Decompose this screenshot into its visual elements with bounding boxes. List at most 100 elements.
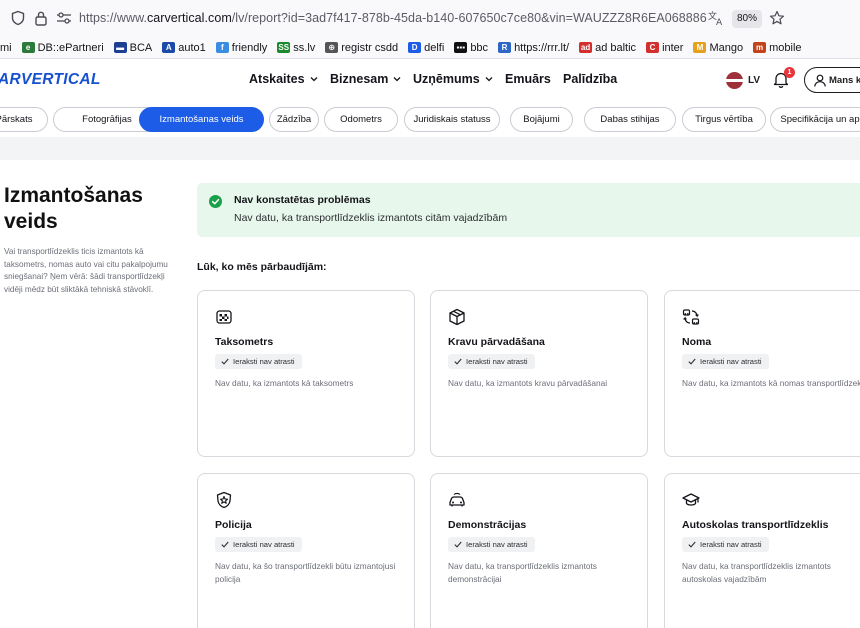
bookmark-favicon-icon: M: [693, 42, 707, 53]
chevron-down-icon: [485, 77, 493, 82]
bookmark-item[interactable]: Aauto1: [162, 42, 206, 54]
svg-text:A: A: [716, 18, 723, 26]
bookmark-favicon-icon: D: [408, 42, 422, 53]
check-card-description: Nav datu, ka izmantots kā nomas transpor…: [682, 378, 860, 388]
language-label: LV: [748, 75, 761, 86]
badge-label: Ieraksti nav atrasti: [700, 540, 762, 549]
tab-item[interactable]: Zādzība: [269, 107, 319, 132]
bookmarks-bar: mi e DB::ePartneri ▬ BCA Aauto1 f friendly SS ss.…: [0, 37, 860, 59]
bookmark-label: auto1: [178, 41, 206, 54]
latvia-flag-icon: [726, 72, 743, 89]
bookmark-item[interactable]: Rhttps://rrr.lt/: [498, 42, 569, 54]
tab-item[interactable]: Specifikācija un ap: [770, 107, 860, 132]
graduation-cap-icon: [682, 493, 700, 506]
nav-palidziba[interactable]: Palīdzība: [563, 72, 617, 86]
zoom-level-button[interactable]: 80%: [732, 10, 762, 28]
tab-item[interactable]: Tirgus vērtība: [682, 107, 766, 132]
tab-item[interactable]: Izmantošanas veids: [139, 107, 264, 132]
check-icon: [688, 358, 696, 365]
bookmark-item[interactable]: SS ss.lv: [277, 42, 315, 54]
bookmark-label: mobile: [769, 41, 802, 54]
bookmark-item[interactable]: e DB::ePartneri: [21, 42, 104, 54]
bookmark-favicon-icon: m: [753, 42, 767, 53]
bookmark-favicon-icon: f: [215, 42, 229, 53]
rental-icon: [682, 309, 700, 325]
bookmark-star-icon[interactable]: [769, 10, 785, 26]
check-card: Kravu pārvadāšana Ieraksti nav atrasti Nav…: [430, 290, 648, 457]
check-card-title: Policija: [215, 519, 252, 531]
bookmark-favicon-icon: A: [162, 42, 176, 53]
nav-biznesam[interactable]: Biznesam: [330, 72, 401, 86]
bookmark-item[interactable]: m mobile: [753, 41, 802, 54]
no-records-badge: Ieraksti nav atrasti: [215, 537, 302, 552]
bookmark-item[interactable]: f friendly: [215, 41, 268, 54]
bookmark-item[interactable]: ▬ BCA: [113, 41, 153, 54]
nav-emuars[interactable]: Emuārs: [505, 72, 551, 86]
tab-item[interactable]: Bojājumi: [510, 107, 573, 132]
translate-icon[interactable]: 文A: [708, 10, 725, 26]
bookmark-label: BCA: [129, 41, 153, 54]
bookmark-label: delfi: [424, 41, 445, 54]
bookmark-label: registr csdd: [341, 41, 399, 54]
badge-label: Ieraksti nav atrasti: [466, 357, 528, 366]
status-banner: Nav konstatētas problēmas Nav datu, ka t…: [197, 183, 860, 237]
no-records-badge: Ieraksti nav atrasti: [682, 354, 769, 369]
nav-label: Emuārs: [505, 72, 551, 86]
demo-car-icon: [449, 492, 465, 507]
check-card-title: Autoskolas transportlīdzeklis: [682, 519, 829, 531]
bookmark-item[interactable]: ▪▪▪ bbc: [454, 42, 488, 54]
check-card-description: Nav datu, ka transportlīdzeklis izmantot…: [682, 561, 831, 584]
tab-item[interactable]: Odometrs: [324, 107, 398, 132]
check-card-title: Demonstrācijas: [448, 519, 527, 531]
chevron-down-icon: [393, 77, 401, 82]
bookmark-favicon-icon: C: [646, 42, 660, 53]
bookmark-item[interactable]: Ddelfi: [408, 42, 444, 54]
nav-uznemums[interactable]: Uzņēmums: [413, 72, 493, 86]
check-icon: [454, 358, 462, 365]
url-field[interactable]: https://www.carvertical.com/lv/report?id…: [79, 11, 707, 25]
nav-label: Uzņēmums: [413, 72, 480, 86]
user-icon: [814, 74, 826, 87]
badge-label: Ieraksti nav atrasti: [233, 540, 295, 549]
bookmark-item[interactable]: M Mango: [693, 42, 743, 54]
bookmark-favicon-icon: SS: [277, 42, 291, 53]
lock-icon[interactable]: [34, 10, 48, 26]
no-records-badge: Ieraksti nav atrasti: [448, 537, 535, 552]
bookmark-favicon-icon: ⊕: [325, 42, 339, 53]
site-header: ARVERTICAL Atskaites Biznesam Uzņēmums E…: [0, 60, 860, 102]
badge-label: Ieraksti nav atrasti: [233, 357, 295, 366]
tab-item[interactable]: Pārskats: [0, 107, 48, 132]
language-selector[interactable]: LV: [726, 72, 760, 89]
my-account-button[interactable]: Mans k: [804, 67, 860, 93]
taxi-icon: [216, 310, 232, 324]
status-title: Nav konstatētas problēmas: [234, 194, 371, 206]
bookmark-favicon-icon: R: [498, 42, 512, 53]
check-card-description: Nav datu, ka šo transportlīdzekli būtu i…: [215, 561, 396, 584]
nav-atskaites[interactable]: Atskaites: [249, 72, 318, 86]
nav-label: Biznesam: [330, 72, 389, 86]
carvertical-logo[interactable]: ARVERTICAL: [0, 71, 101, 89]
tab-item[interactable]: Juridiskais statuss: [404, 107, 500, 132]
bookmark-item[interactable]: mi: [0, 42, 12, 54]
bookmark-label: ad baltic: [595, 41, 637, 54]
bookmark-favicon-icon: ad: [579, 42, 593, 53]
badge-label: Ieraksti nav atrasti: [700, 357, 762, 366]
bookmark-item[interactable]: ⊕ registr csdd: [325, 42, 398, 54]
nav-label: Atskaites: [249, 72, 305, 86]
permissions-icon[interactable]: [56, 12, 72, 24]
notification-count-badge: 1: [784, 67, 795, 78]
bookmark-item[interactable]: Cinter: [646, 42, 683, 54]
tab-item[interactable]: Dabas stihijas: [584, 107, 676, 132]
url-path: /lv/report?id=3ad7f417-878b-45da-b140-60…: [231, 11, 707, 25]
police-badge-icon: [216, 491, 232, 509]
check-card-title: Noma: [682, 336, 712, 348]
my-account-label: Mans k: [829, 74, 860, 86]
tracking-shield-icon[interactable]: [10, 10, 26, 26]
check-card: Noma Ieraksti nav atrasti Nav datu, ka izm…: [664, 290, 860, 457]
no-records-badge: Ieraksti nav atrasti: [215, 354, 302, 369]
check-card-description: Nav datu, ka transportlīdzeklis izmantot…: [448, 561, 597, 584]
bookmark-item[interactable]: ad ad baltic: [579, 42, 636, 54]
bookmark-label: friendly: [231, 41, 268, 54]
bookmark-label: mi: [0, 41, 12, 54]
chevron-down-icon: [310, 77, 318, 82]
